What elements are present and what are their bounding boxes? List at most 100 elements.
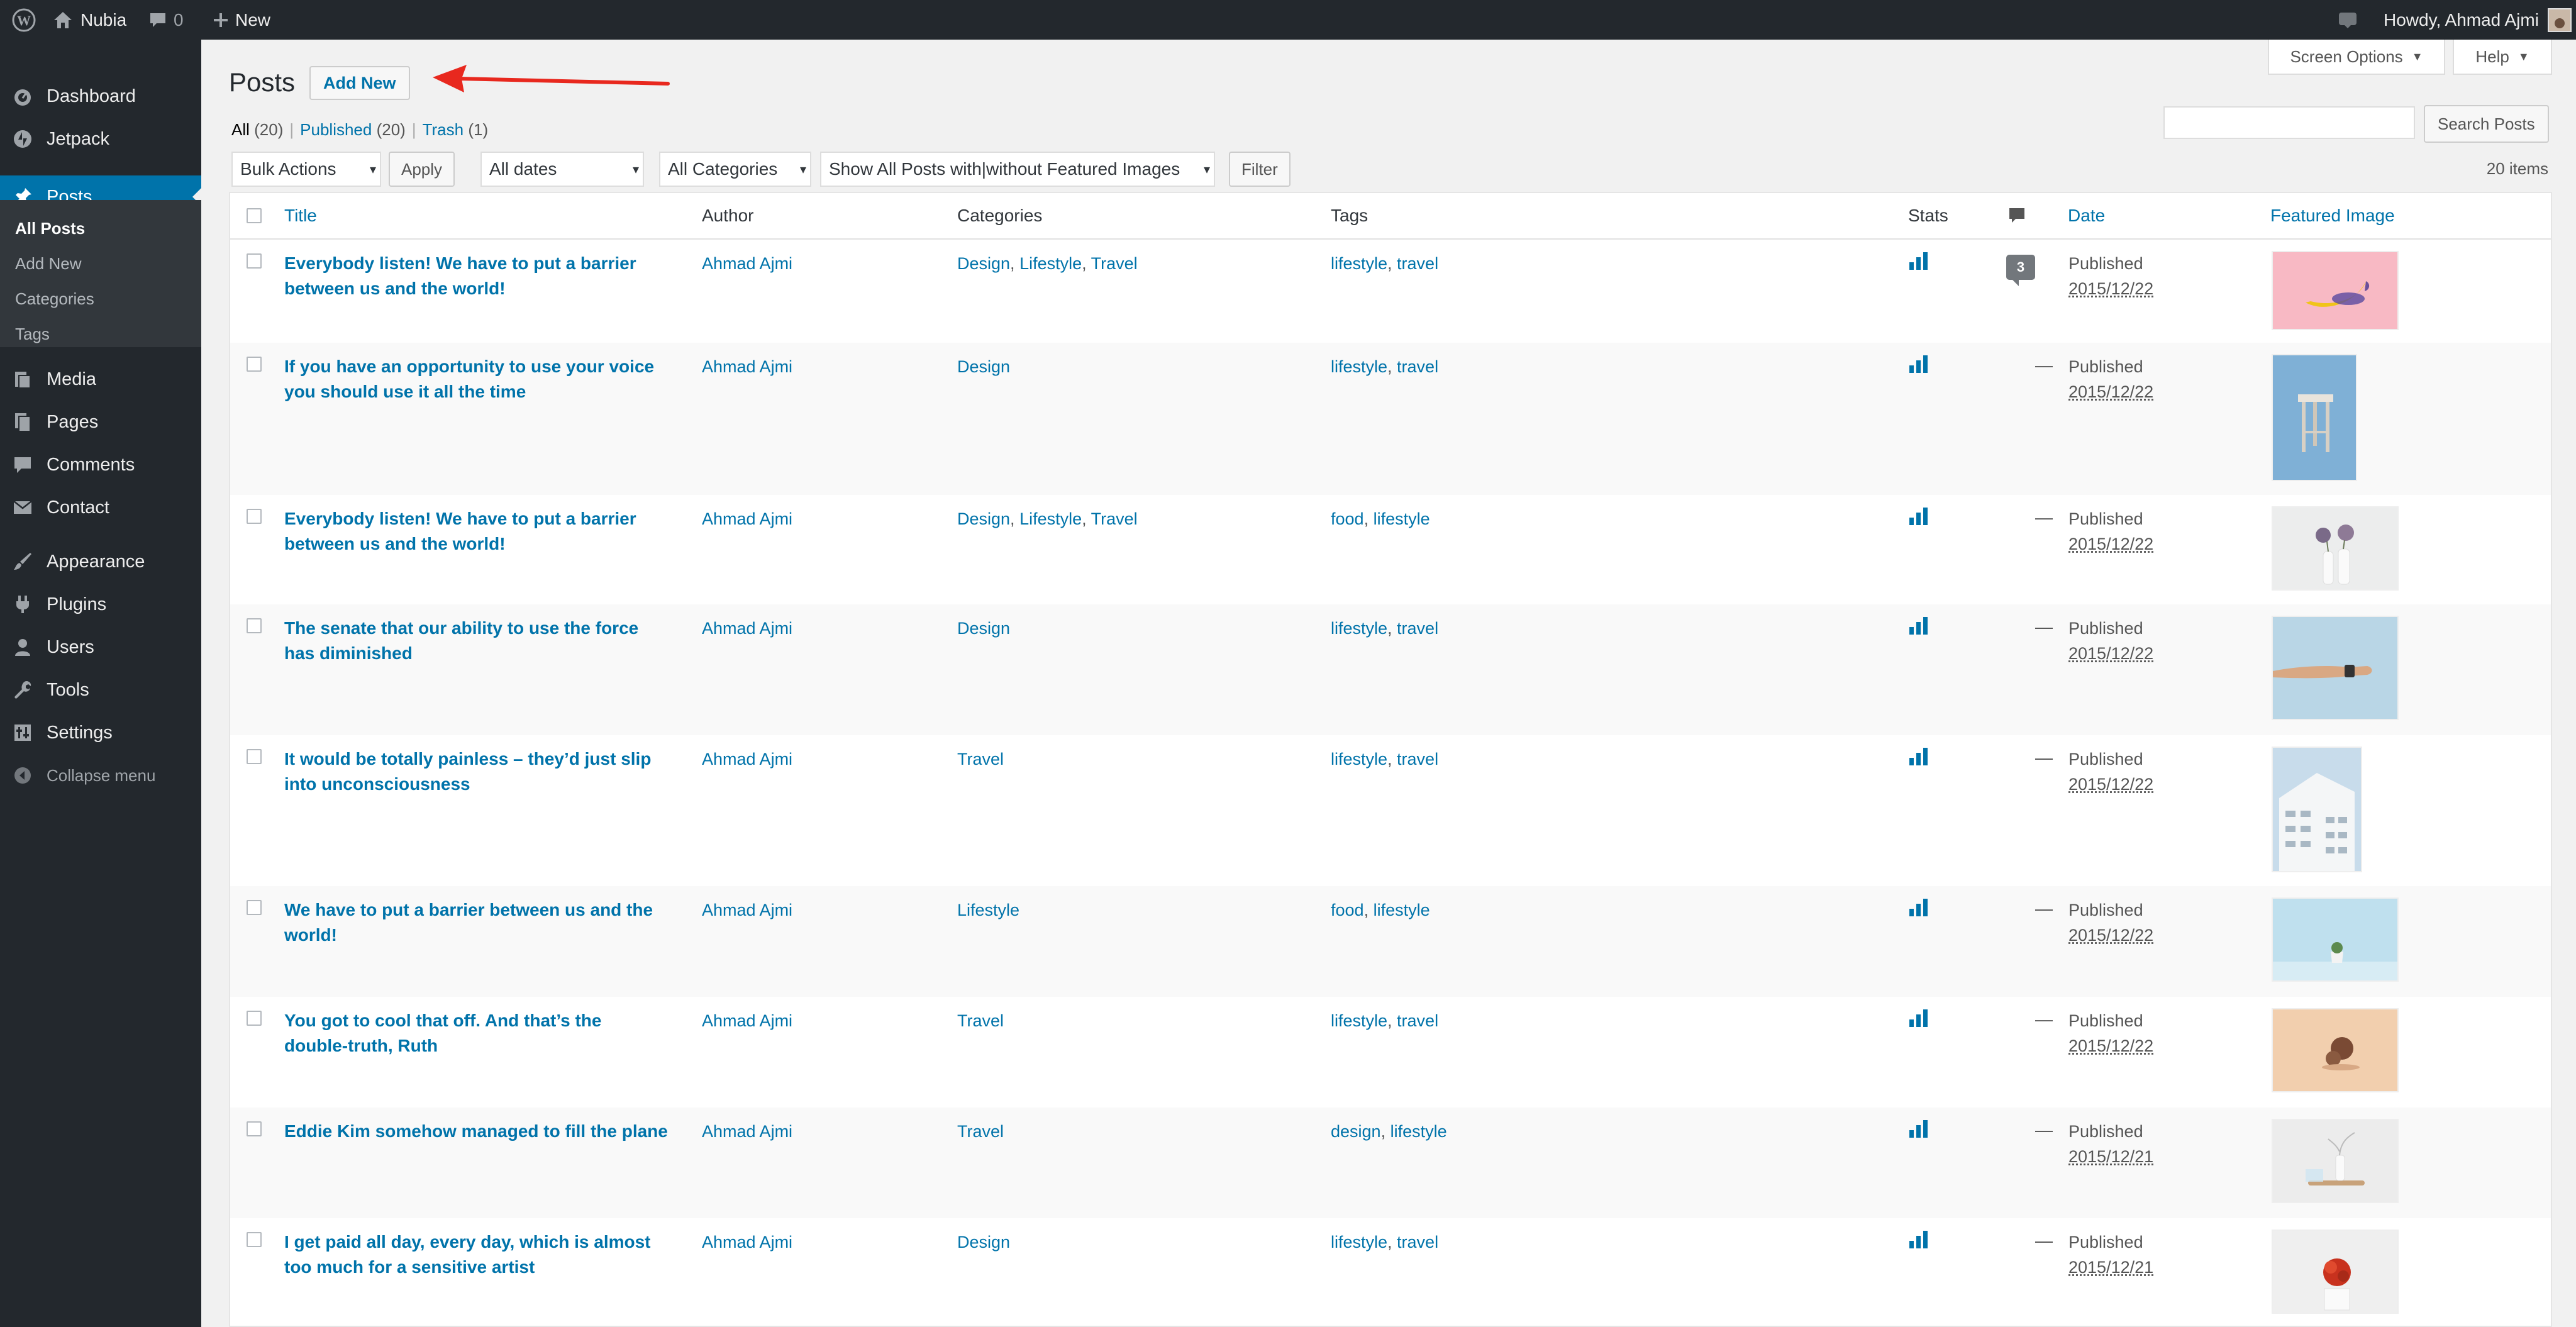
view-all-link[interactable]: All (20)	[231, 120, 283, 139]
sidebar-item-media[interactable]: Media	[0, 358, 201, 401]
help-button[interactable]: Help ▼	[2453, 40, 2552, 75]
view-published-link[interactable]: Published	[300, 120, 372, 139]
post-author-link[interactable]: Ahmad Ajmi	[702, 1008, 792, 1033]
stats-chart-icon[interactable]	[1908, 1119, 1929, 1146]
tag-link[interactable]: travel	[1397, 357, 1438, 376]
row-checkbox[interactable]	[247, 1232, 262, 1247]
collapse-menu-button[interactable]: Collapse menu	[0, 754, 201, 797]
post-title-link[interactable]: We have to put a barrier between us and …	[284, 897, 687, 948]
tag-link[interactable]: travel	[1397, 619, 1438, 638]
post-author-link[interactable]: Ahmad Ajmi	[702, 616, 792, 641]
post-author-link[interactable]: Ahmad Ajmi	[702, 354, 792, 379]
submenu-categories[interactable]: Categories	[15, 289, 94, 309]
category-link[interactable]: Design	[957, 357, 1010, 376]
tag-link[interactable]: design	[1331, 1122, 1381, 1141]
tag-link[interactable]: lifestyle	[1331, 619, 1387, 638]
sidebar-item-dashboard[interactable]: Dashboard	[0, 75, 201, 118]
category-link[interactable]: Lifestyle	[1019, 254, 1082, 273]
dates-filter-select[interactable]: All dates ▾	[480, 152, 644, 187]
row-checkbox[interactable]	[247, 1011, 262, 1026]
tag-link[interactable]: lifestyle	[1374, 509, 1430, 528]
post-title-link[interactable]: Everybody listen! We have to put a barri…	[284, 506, 687, 557]
tag-link[interactable]: travel	[1397, 750, 1438, 769]
post-title-link[interactable]: I get paid all day, every day, which is …	[284, 1230, 687, 1280]
category-link[interactable]: Travel	[957, 1122, 1004, 1141]
column-date-header[interactable]: Date	[2068, 193, 2105, 238]
screen-options-button[interactable]: Screen Options ▼	[2268, 40, 2445, 75]
submenu-tags[interactable]: Tags	[15, 325, 50, 344]
column-featured-image-header[interactable]: Featured Image	[2270, 193, 2395, 238]
tag-link[interactable]: food	[1331, 509, 1364, 528]
category-link[interactable]: Lifestyle	[1019, 509, 1082, 528]
sidebar-item-appearance[interactable]: Appearance	[0, 540, 201, 583]
tag-link[interactable]: lifestyle	[1374, 901, 1430, 919]
my-account-link[interactable]: Howdy, Ahmad Ajmi	[2384, 0, 2572, 40]
tag-link[interactable]: lifestyle	[1331, 750, 1387, 769]
column-title-header[interactable]: Title	[284, 193, 317, 238]
search-input[interactable]	[2163, 106, 2415, 139]
tag-link[interactable]: food	[1331, 901, 1364, 919]
category-link[interactable]: Design	[957, 1233, 1010, 1252]
tag-link[interactable]: lifestyle	[1331, 357, 1387, 376]
stats-chart-icon[interactable]	[1908, 616, 1929, 643]
post-title-link[interactable]: It would be totally painless – they’d ju…	[284, 747, 687, 797]
post-title-link[interactable]: Everybody listen! We have to put a barri…	[284, 251, 687, 301]
tag-link[interactable]: travel	[1397, 1011, 1438, 1030]
submenu-all-posts[interactable]: All Posts	[15, 219, 85, 238]
apply-button[interactable]: Apply	[389, 152, 455, 187]
tag-link[interactable]: lifestyle	[1391, 1122, 1447, 1141]
sidebar-item-users[interactable]: Users	[0, 626, 201, 669]
search-posts-button[interactable]: Search Posts	[2424, 105, 2549, 143]
submenu-add-new[interactable]: Add New	[15, 254, 82, 274]
row-checkbox[interactable]	[247, 1121, 262, 1136]
row-checkbox[interactable]	[247, 618, 262, 633]
view-trash-link[interactable]: Trash	[423, 120, 464, 139]
tag-link[interactable]: lifestyle	[1331, 1011, 1387, 1030]
new-content-link[interactable]: New	[213, 0, 270, 40]
tag-link[interactable]: travel	[1397, 254, 1438, 273]
row-checkbox[interactable]	[247, 509, 262, 524]
sidebar-item-pages[interactable]: Pages	[0, 401, 201, 443]
stats-chart-icon[interactable]	[1908, 1230, 1929, 1257]
sidebar-item-tools[interactable]: Tools	[0, 669, 201, 711]
category-link[interactable]: Design	[957, 254, 1010, 273]
sidebar-item-contact[interactable]: Contact	[0, 486, 201, 529]
featured-image-filter-select[interactable]: Show All Posts with|without Featured Ima…	[820, 152, 1215, 187]
tag-link[interactable]: lifestyle	[1331, 1233, 1387, 1252]
stats-chart-icon[interactable]	[1908, 251, 1929, 278]
notifications-icon[interactable]	[2337, 0, 2358, 40]
post-author-link[interactable]: Ahmad Ajmi	[702, 747, 792, 772]
wordpress-logo-icon[interactable]: W	[6, 0, 42, 40]
select-all-checkbox[interactable]	[247, 193, 262, 238]
post-title-link[interactable]: You got to cool that off. And that’s the…	[284, 1008, 687, 1058]
admin-bar-comments[interactable]: 0	[148, 0, 184, 40]
post-author-link[interactable]: Ahmad Ajmi	[702, 251, 792, 276]
stats-chart-icon[interactable]	[1908, 1008, 1929, 1035]
row-checkbox[interactable]	[247, 749, 262, 764]
comment-count-bubble[interactable]: 3	[2006, 255, 2035, 286]
column-comments-header[interactable]	[2007, 193, 2026, 238]
site-name-link[interactable]: Nubia	[53, 0, 126, 40]
sidebar-item-comments[interactable]: Comments	[0, 443, 201, 486]
post-author-link[interactable]: Ahmad Ajmi	[702, 506, 792, 531]
filter-button[interactable]: Filter	[1229, 152, 1291, 187]
add-new-button[interactable]: Add New	[309, 66, 410, 100]
category-link[interactable]: Lifestyle	[957, 901, 1019, 919]
post-title-link[interactable]: If you have an opportunity to use your v…	[284, 354, 687, 404]
stats-chart-icon[interactable]	[1908, 354, 1929, 381]
sidebar-item-settings[interactable]: Settings	[0, 711, 201, 754]
category-link[interactable]: Design	[957, 619, 1010, 638]
category-link[interactable]: Travel	[1091, 254, 1138, 273]
category-link[interactable]: Travel	[957, 750, 1004, 769]
category-link[interactable]: Travel	[957, 1011, 1004, 1030]
row-checkbox[interactable]	[247, 253, 262, 269]
sidebar-item-plugins[interactable]: Plugins	[0, 583, 201, 626]
post-author-link[interactable]: Ahmad Ajmi	[702, 897, 792, 923]
stats-chart-icon[interactable]	[1908, 897, 1929, 924]
post-author-link[interactable]: Ahmad Ajmi	[702, 1230, 792, 1255]
post-author-link[interactable]: Ahmad Ajmi	[702, 1119, 792, 1144]
stats-chart-icon[interactable]	[1908, 506, 1929, 533]
stats-chart-icon[interactable]	[1908, 747, 1929, 774]
sidebar-item-jetpack[interactable]: Jetpack	[0, 118, 201, 160]
tag-link[interactable]: lifestyle	[1331, 254, 1387, 273]
